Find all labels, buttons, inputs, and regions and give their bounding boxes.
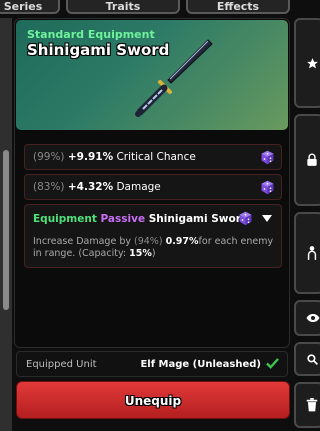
star-icon [307, 57, 318, 68]
passive-desc-roll: (94%) [134, 236, 163, 247]
stat-label: Damage [116, 181, 161, 193]
stat-roll: (83%) [33, 181, 65, 193]
trash-icon [306, 398, 318, 412]
stat-text: (83%) +4.32% Damage [33, 181, 161, 193]
tab-series-label: Series [3, 0, 43, 13]
stat-roll: (99%) [33, 151, 65, 163]
stat-value: +9.91% [67, 151, 114, 163]
passive-desc-value: 0.97% [165, 236, 199, 247]
passive-desc-text: Increase Damage by [33, 236, 131, 247]
delete-button[interactable] [294, 382, 320, 428]
item-header: Standard Equipment Shinigami Sword [16, 20, 288, 130]
dice-icon[interactable] [260, 180, 275, 195]
search-button[interactable] [294, 342, 320, 376]
tab-effects-label: Effects [216, 0, 260, 13]
tab-series[interactable]: Series [0, 0, 60, 14]
stat-row-critical-chance: (99%) +9.91% Critical Chance [24, 144, 282, 170]
lock-icon [307, 153, 317, 166]
check-icon [266, 358, 279, 369]
search-icon [307, 353, 318, 365]
tab-traits[interactable]: Traits [66, 0, 180, 14]
sword-icon [135, 39, 213, 117]
tab-traits-label: Traits [105, 0, 141, 13]
figure-icon [307, 246, 317, 260]
right-rail [292, 18, 320, 431]
equipped-unit-value: Elf Mage (Unleashed) [140, 359, 261, 370]
dice-icon[interactable] [238, 211, 253, 226]
passive-title-passive: Passive [100, 213, 146, 225]
passive-description: Increase Damage by (94%) 0.97%for each e… [33, 236, 278, 260]
eye-icon [306, 314, 320, 322]
passive-desc-capacity: 15% [129, 248, 152, 259]
equipped-unit-row: Equipped Unit Elf Mage (Unleashed) [16, 351, 288, 377]
passive-title: Equipment Passive Shinigami Sword [33, 213, 248, 225]
stat-text: (99%) +9.91% Critical Chance [33, 151, 196, 163]
unequip-button[interactable]: Unequip [16, 381, 290, 419]
dice-icon[interactable] [260, 150, 275, 165]
favorite-button[interactable] [294, 18, 320, 108]
top-tab-strip: Series Traits Effects [0, 0, 317, 16]
stat-row-damage: (83%) +4.32% Damage [24, 174, 282, 200]
passive-desc-text: ) [151, 248, 156, 259]
lock-button[interactable] [294, 114, 320, 206]
equipped-unit-label: Equipped Unit [26, 359, 97, 370]
chevron-down-icon[interactable] [262, 215, 272, 222]
view-button[interactable] [294, 300, 320, 336]
passive-title-equipment: Equipment [33, 213, 97, 225]
scrollbar[interactable] [3, 150, 9, 310]
stat-value: +4.32% [67, 181, 114, 193]
stat-label: Critical Chance [116, 151, 196, 163]
tab-effects[interactable]: Effects [186, 0, 290, 14]
passive-title-name: Shinigami Sword [148, 213, 249, 225]
equipment-passive: Equipment Passive Shinigami Sword Increa… [24, 204, 282, 268]
unit-button[interactable] [294, 212, 320, 294]
